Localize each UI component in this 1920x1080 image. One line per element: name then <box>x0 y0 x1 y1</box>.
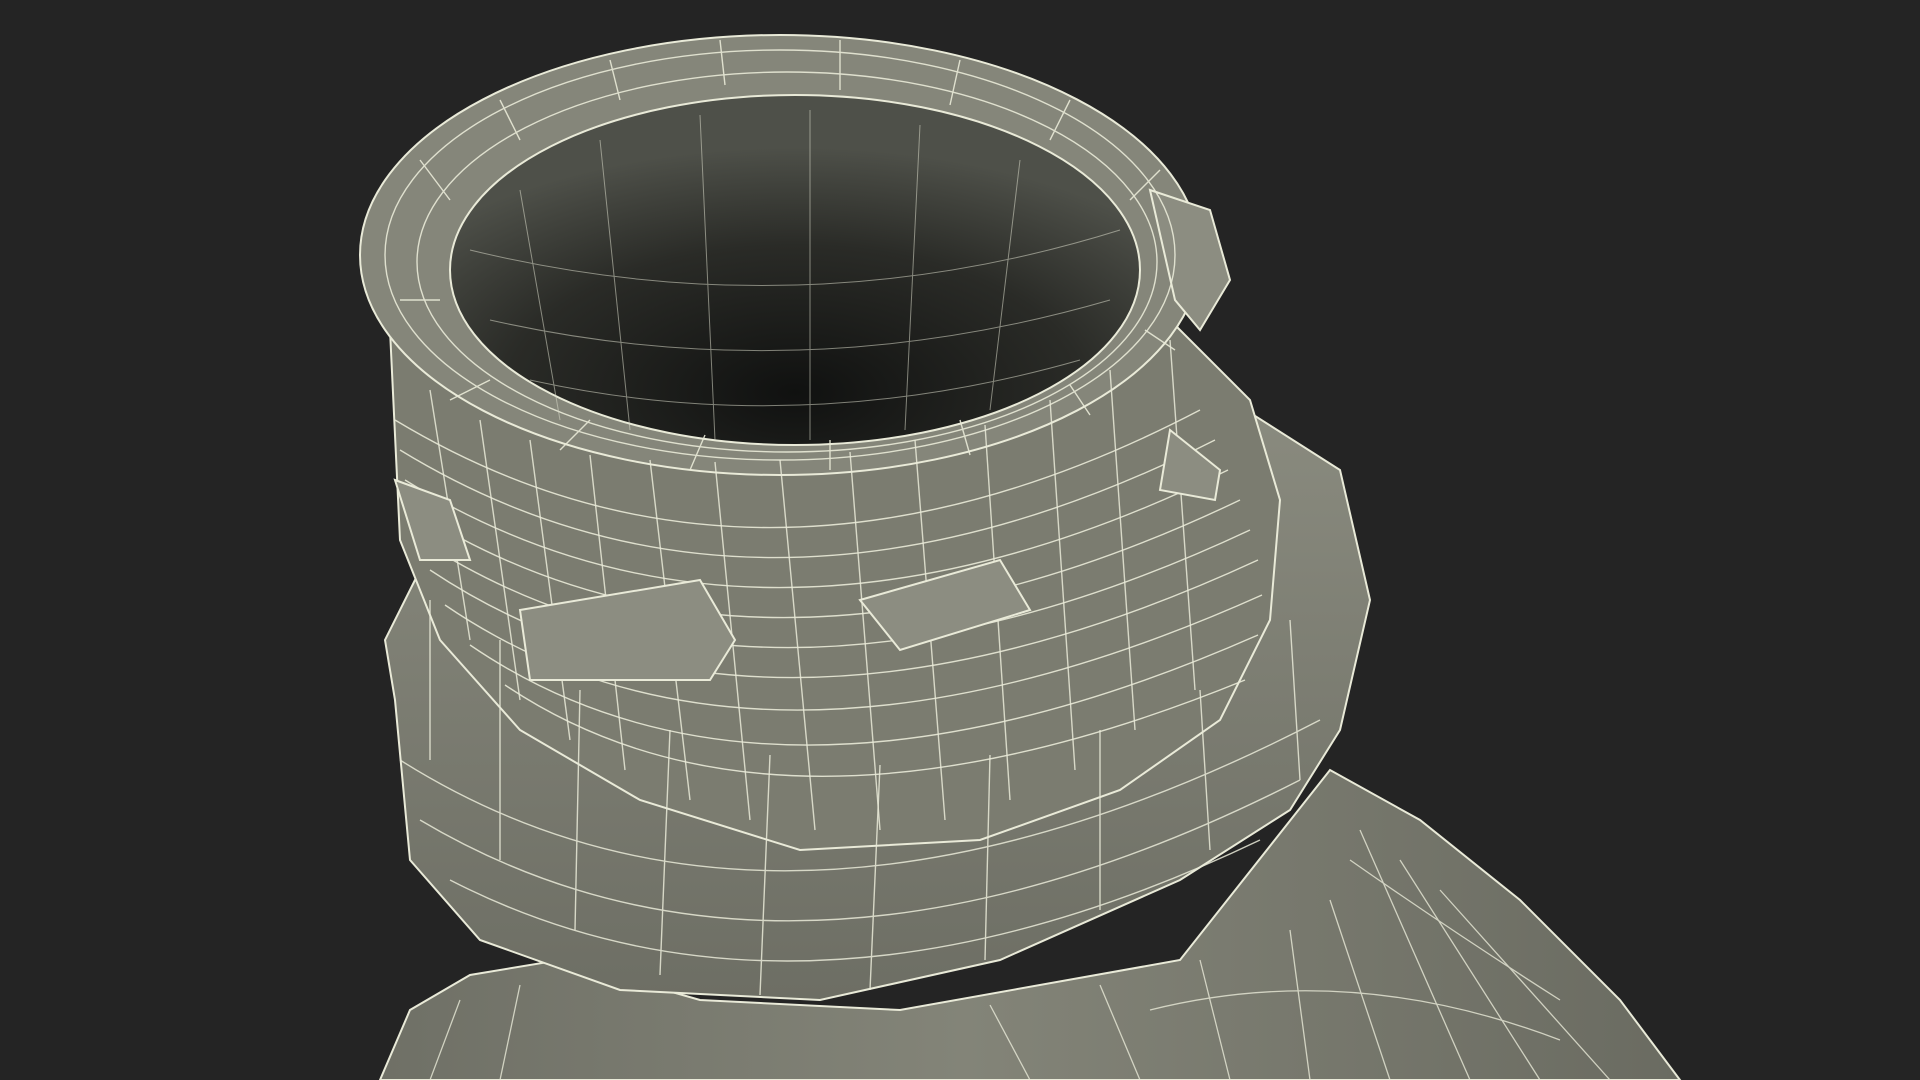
render-viewport <box>0 0 1920 1080</box>
wireframe-bottle-render <box>359 34 1682 1080</box>
bottle-opening <box>449 94 1141 446</box>
